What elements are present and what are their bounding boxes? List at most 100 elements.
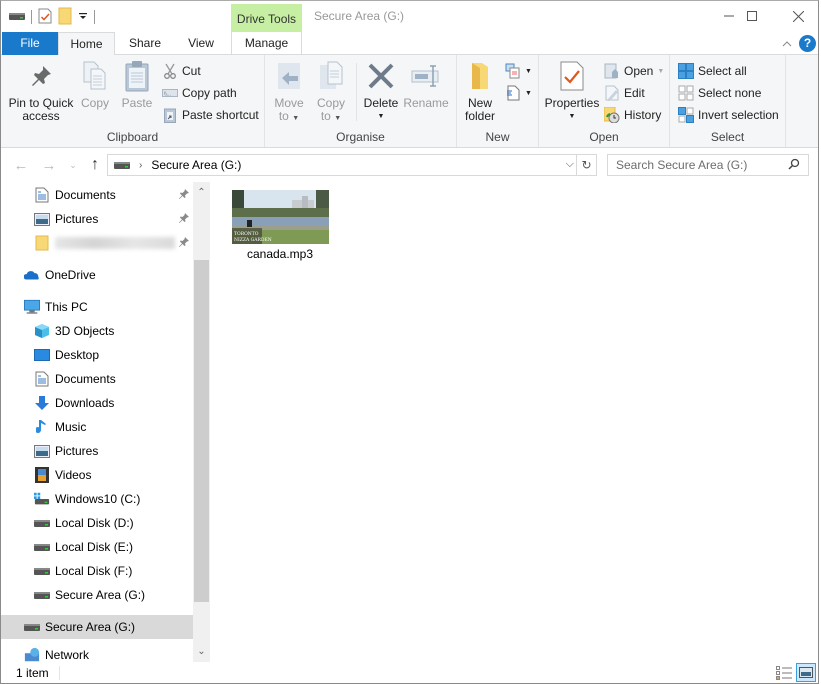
breadcrumb-separator-icon[interactable]: › (139, 160, 142, 171)
drive-icon[interactable] (9, 10, 25, 24)
file-item[interactable]: TORONTO NIZZA GARDEN canada.mp3 (230, 190, 330, 261)
nav-item[interactable]: Music (1, 415, 193, 439)
properties-button[interactable]: Properties ▼ (543, 59, 601, 123)
nav-item[interactable]: Pictures (1, 439, 193, 463)
refresh-button[interactable]: ↻ (576, 155, 596, 175)
rename-button[interactable]: Rename (403, 59, 449, 110)
copy-button[interactable]: Copy (78, 59, 112, 110)
file-name: canada.mp3 (246, 247, 314, 261)
move-to-icon (278, 63, 300, 89)
scroll-down-button[interactable]: ⌄ (193, 643, 210, 660)
copy-path-label: Copy path (182, 86, 237, 100)
status-bar: 1 item (1, 662, 818, 683)
nav-item-label: Documents (55, 188, 116, 202)
rename-label: Rename (403, 96, 449, 110)
history-button[interactable]: History (604, 105, 661, 125)
nav-item-label: Secure Area (G:) (55, 588, 146, 602)
address-bar[interactable]: › Secure Area (G:) ⌵ ↻ (107, 154, 597, 176)
easy-access-button[interactable]: ▼ (505, 83, 532, 103)
pin-icon[interactable] (179, 212, 189, 226)
invert-selection-label: Invert selection (698, 108, 779, 122)
nav-item[interactable] (1, 231, 193, 255)
copy-path-button[interactable]: \\... Copy path (162, 83, 237, 103)
search-icon[interactable] (788, 158, 800, 173)
move-to-button[interactable]: Move to ▼ (273, 59, 305, 125)
nav-item[interactable]: Secure Area (G:) (1, 583, 193, 607)
nav-item[interactable]: Local Disk (F:) (1, 559, 193, 583)
pin-to-quick-access-button[interactable]: Pin to Quick access (5, 59, 77, 123)
back-button[interactable]: ← (11, 155, 31, 175)
tab-manage[interactable]: Manage (231, 32, 302, 55)
nav-item[interactable]: Windows10 (C:) (1, 487, 193, 511)
select-none-label: Select none (698, 86, 762, 100)
scrollbar-thumb[interactable] (194, 260, 209, 602)
file-thumbnail: TORONTO NIZZA GARDEN (231, 190, 329, 244)
nav-item[interactable]: Pictures (1, 207, 193, 231)
nav-item[interactable]: This PC (1, 295, 193, 319)
large-icons-view-icon (799, 667, 813, 678)
nav-item-label: This PC (45, 300, 88, 314)
open-group-label: Open (589, 130, 619, 144)
paste-shortcut-button[interactable]: Paste shortcut (162, 105, 259, 125)
open-button[interactable]: Open ▼ (604, 61, 664, 81)
details-view-button[interactable] (774, 663, 794, 682)
copy-to-button[interactable]: Copy to ▼ (315, 59, 347, 125)
scroll-up-button[interactable]: ⌃ (193, 184, 210, 201)
delete-icon (368, 63, 394, 89)
nav-item[interactable]: Videos (1, 463, 193, 487)
nav-item-label: Windows10 (C:) (55, 492, 141, 506)
pictures-icon (34, 211, 50, 227)
tab-home[interactable]: Home (58, 32, 115, 56)
nav-item[interactable]: 3D Objects (1, 319, 193, 343)
music-icon (34, 419, 50, 435)
3d-objects-icon (34, 323, 50, 339)
new-folder-icon[interactable] (58, 7, 72, 28)
nav-item[interactable]: Documents (1, 367, 193, 391)
tab-file[interactable]: File (2, 32, 58, 55)
nav-item[interactable]: Network (1, 647, 193, 662)
nav-item[interactable]: OneDrive (1, 263, 193, 287)
nav-item[interactable]: Desktop (1, 343, 193, 367)
edit-icon (605, 85, 619, 101)
collapse-ribbon-button[interactable] (780, 37, 794, 51)
close-button[interactable] (775, 1, 818, 31)
select-all-button[interactable]: Select all (678, 61, 747, 81)
edit-button[interactable]: Edit (604, 83, 645, 103)
delete-button[interactable]: Delete ▼ (361, 59, 401, 123)
up-button[interactable]: ↑ (85, 155, 105, 175)
drive-icon (34, 563, 50, 579)
maximize-button[interactable] (729, 1, 775, 31)
recent-locations-button[interactable]: ⌄ (63, 155, 83, 175)
organise-separator (356, 63, 357, 121)
tab-share[interactable]: Share (121, 32, 169, 55)
search-placeholder: Search Secure Area (G:) (616, 158, 748, 172)
nav-item[interactable]: Local Disk (D:) (1, 511, 193, 535)
tab-view[interactable]: View (177, 32, 225, 55)
clipboard-group-label: Clipboard (106, 130, 159, 144)
address-dropdown-button[interactable]: ⌵ (566, 158, 574, 171)
nav-item[interactable]: Documents (1, 183, 193, 207)
search-input[interactable]: Search Secure Area (G:) (607, 154, 809, 176)
paste-button[interactable]: Paste (119, 59, 155, 110)
history-label: History (624, 108, 662, 122)
customize-dropdown-icon[interactable] (78, 10, 88, 24)
invert-selection-button[interactable]: Invert selection (678, 105, 779, 125)
nav-pane-scrollbar[interactable]: ⌃ ⌄ (193, 182, 210, 662)
forward-button[interactable]: → (39, 155, 59, 175)
properties-dropdown-caret: ▼ (568, 113, 576, 120)
nav-item[interactable]: Secure Area (G:) (1, 615, 193, 639)
pin-icon[interactable] (179, 236, 189, 250)
nav-item[interactable]: Local Disk (E:) (1, 535, 193, 559)
pin-icon[interactable] (179, 188, 189, 202)
new-folder-button[interactable]: New folder (461, 59, 499, 123)
breadcrumb-item[interactable]: Secure Area (G:) (151, 158, 241, 172)
select-none-button[interactable]: Select none (678, 83, 761, 103)
help-button[interactable]: ? (799, 35, 816, 52)
properties-icon[interactable] (38, 8, 52, 27)
new-item-button[interactable]: ▼ (505, 61, 532, 81)
invert-selection-icon (678, 107, 694, 123)
large-icons-view-button[interactable] (796, 663, 816, 682)
cut-button[interactable]: Cut (162, 61, 201, 81)
nav-item[interactable]: Downloads (1, 391, 193, 415)
title-bar: Drive Tools Secure Area (G:) (1, 1, 818, 32)
